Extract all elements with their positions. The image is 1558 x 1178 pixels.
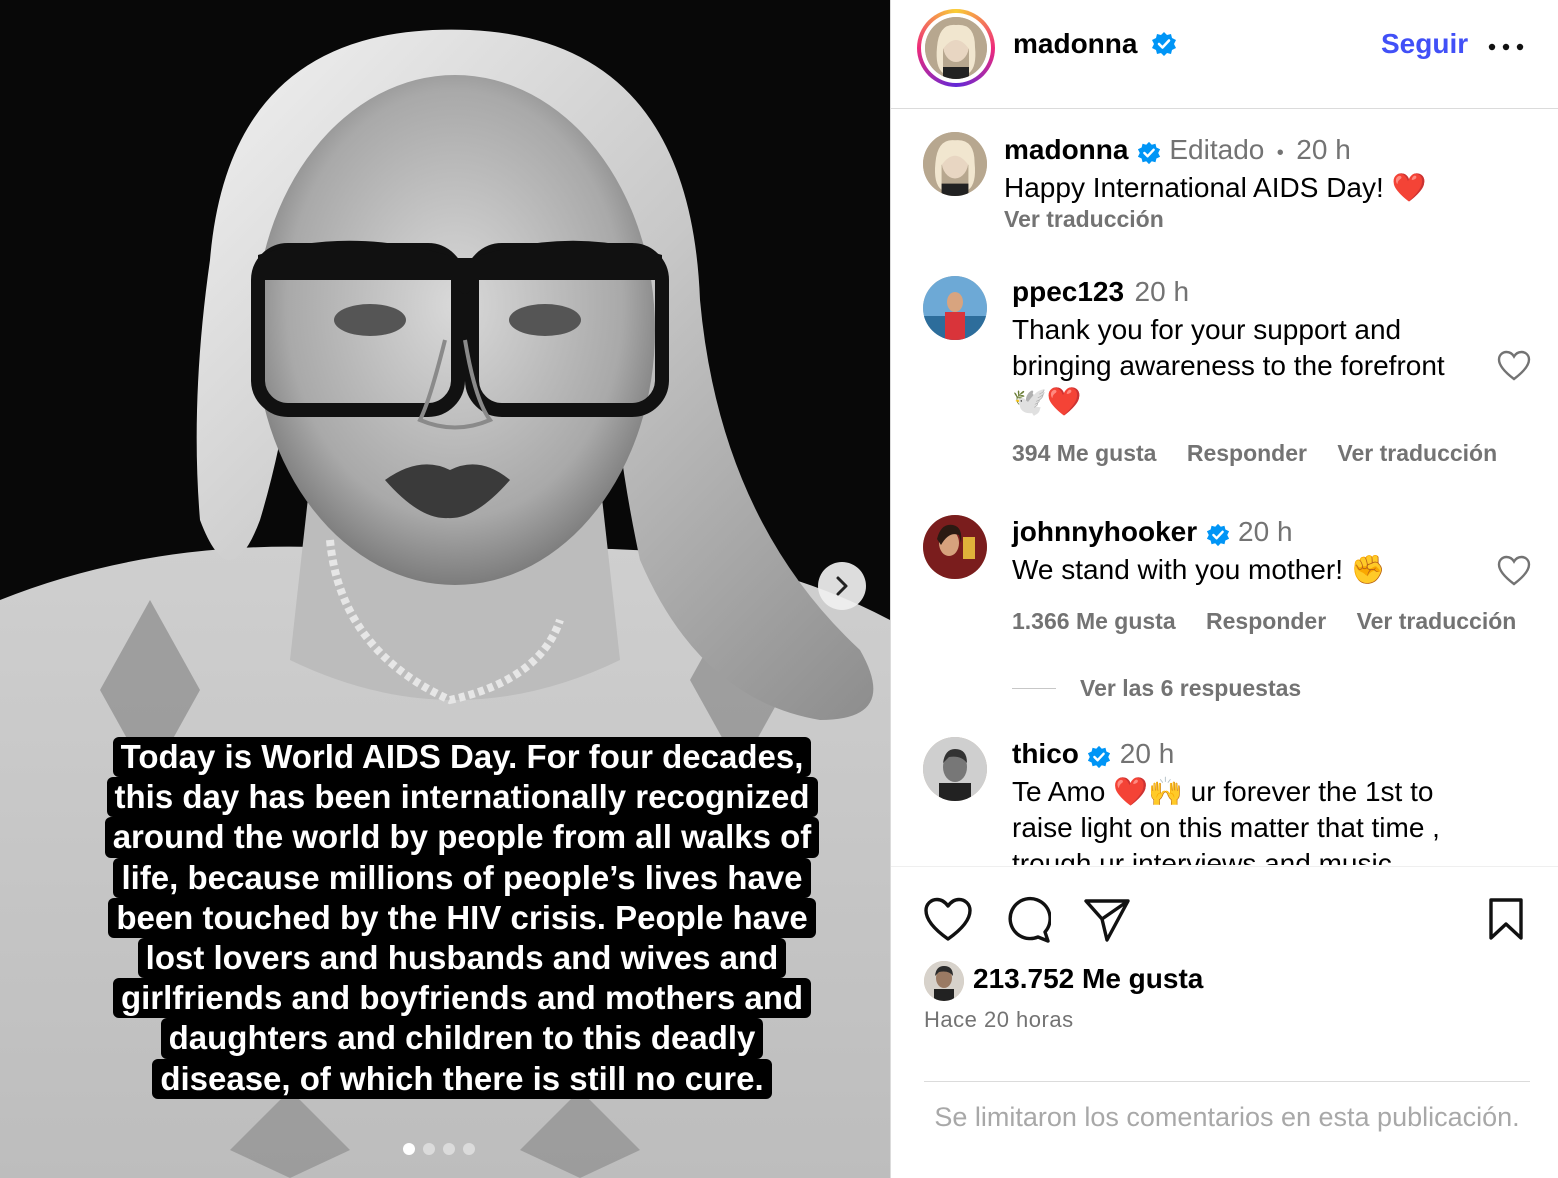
- carousel-next-button[interactable]: [818, 562, 866, 610]
- carousel-dot[interactable]: [443, 1143, 455, 1155]
- post-media[interactable]: Today is World AIDS Day. For four decade…: [0, 0, 890, 1178]
- caption-overlay-line: life, because millions of people’s lives…: [113, 857, 811, 898]
- comment-line: We stand with you mother! ✊: [1012, 554, 1386, 585]
- liker-avatar[interactable]: [924, 961, 964, 1001]
- post-header: madonna Seguir: [891, 0, 1558, 109]
- comment-avatar[interactable]: [923, 737, 987, 801]
- comment-line: 🕊️❤️: [1012, 386, 1082, 417]
- comment-text: Thank you for your support and bringing …: [1012, 312, 1445, 420]
- caption-overlay-line: this day has been internationally recogn…: [106, 777, 818, 818]
- avatar: [925, 17, 987, 79]
- verified-badge-icon: [1152, 31, 1177, 56]
- story-ring[interactable]: [917, 9, 995, 87]
- view-replies[interactable]: Ver las 6 respuestas: [1012, 675, 1301, 702]
- comment-username[interactable]: ppec123: [1012, 276, 1124, 307]
- comment-line: Thank you for your support and: [1012, 314, 1402, 345]
- comment-text: We stand with you mother! ✊: [1012, 552, 1386, 588]
- post-timestamp[interactable]: Hace 20 horas: [924, 1007, 1074, 1033]
- caption-text: Happy International AIDS Day! ❤️: [1004, 172, 1427, 203]
- more-dots-icon: [1488, 43, 1524, 51]
- comment-like-heart-icon[interactable]: [1497, 555, 1531, 587]
- translate-link[interactable]: Ver traducción: [1337, 440, 1497, 466]
- comment-likes-count[interactable]: 1.366 Me gusta: [1012, 608, 1176, 634]
- edited-label: Editado: [1169, 134, 1265, 165]
- comment-meta: ppec123 20 h: [1012, 276, 1189, 308]
- carousel-dot[interactable]: [403, 1143, 415, 1155]
- comment-username[interactable]: thico: [1012, 738, 1079, 769]
- follow-button[interactable]: Seguir: [1381, 28, 1468, 60]
- caption-translate-link[interactable]: Ver traducción: [1004, 206, 1164, 233]
- comment-avatar[interactable]: [923, 276, 987, 340]
- comment-line: Te Amo ❤️🙌 ur forever the 1st to: [1012, 776, 1434, 807]
- caption-username[interactable]: madonna: [1004, 134, 1128, 165]
- comment-meta: thico 20 h: [1012, 738, 1174, 770]
- separator-dot: •: [1276, 142, 1284, 164]
- comment-meta: johnnyhooker 20 h: [1012, 516, 1293, 548]
- divider: [924, 1081, 1530, 1082]
- caption-overlay-line: disease, of which there is still no cure…: [152, 1058, 772, 1099]
- comment-line: raise light on this matter that time ,: [1012, 812, 1440, 843]
- comment-line: bringing awareness to the forefront: [1012, 350, 1445, 381]
- comment-time[interactable]: 20 h: [1238, 516, 1293, 547]
- comments-list[interactable]: madonna Editado • 20 h Happy Internation…: [891, 110, 1558, 865]
- comment-bubble-icon[interactable]: [1003, 896, 1051, 944]
- comment-like-heart-icon[interactable]: [1497, 350, 1531, 382]
- bookmark-icon[interactable]: [1487, 897, 1525, 941]
- post-side-panel: madonna Seguir madonna Editado • 20 h Ha…: [890, 0, 1558, 1178]
- header-username[interactable]: madonna: [1013, 28, 1137, 59]
- view-replies-label[interactable]: Ver las 6 respuestas: [1080, 675, 1301, 702]
- carousel-dot[interactable]: [463, 1143, 475, 1155]
- comment-time[interactable]: 20 h: [1135, 276, 1190, 307]
- replies-line: [1012, 688, 1056, 689]
- verified-badge-icon: [1137, 141, 1160, 164]
- comment-actions: 394 Me gusta Responder Ver traducción: [1012, 440, 1521, 467]
- carousel-dots: [403, 1143, 475, 1155]
- comment-actions: 1.366 Me gusta Responder Ver traducción: [1012, 608, 1516, 635]
- caption-overlay-line: daughters and children to this deadly: [160, 1018, 764, 1059]
- caption-overlay-line: lost lovers and husbands and wives and: [137, 938, 787, 979]
- verified-badge-icon: [1088, 745, 1111, 768]
- like-heart-icon[interactable]: [923, 897, 973, 943]
- caption-meta: madonna Editado • 20 h: [1004, 134, 1351, 166]
- comment-username[interactable]: johnnyhooker: [1012, 516, 1197, 547]
- caption-overlay-line: girlfriends and boyfriends and mothers a…: [112, 978, 812, 1019]
- comment-text: Te Amo ❤️🙌 ur forever the 1st to raise l…: [1012, 774, 1440, 865]
- comment-line: trough ur interviews and music: [1012, 848, 1392, 865]
- comments-limited-notice: Se limitaron los comentarios en esta pub…: [934, 1102, 1520, 1132]
- more-options-button[interactable]: [1486, 34, 1526, 60]
- post-action-bar: 213.752 Me gusta Hace 20 horas Se limita…: [891, 866, 1558, 1178]
- header-username-row: madonna: [1013, 28, 1177, 60]
- likes-count[interactable]: 213.752 Me gusta: [973, 963, 1203, 995]
- caption-overlay: Today is World AIDS Day. For four decade…: [68, 737, 856, 1099]
- reply-button[interactable]: Responder: [1187, 440, 1307, 466]
- caption-overlay-line: around the world by people from all walk…: [104, 817, 820, 858]
- verified-badge-icon: [1206, 523, 1229, 546]
- reply-button[interactable]: Responder: [1206, 608, 1326, 634]
- comment-time[interactable]: 20 h: [1120, 738, 1175, 769]
- translate-link[interactable]: Ver traducción: [1357, 608, 1517, 634]
- chevron-right-icon: [836, 576, 848, 596]
- carousel-dot[interactable]: [423, 1143, 435, 1155]
- share-paper-plane-icon[interactable]: [1083, 897, 1131, 943]
- caption-time[interactable]: 20 h: [1296, 134, 1351, 165]
- caption-overlay-line: been touched by the HIV crisis. People h…: [108, 897, 816, 939]
- comment-avatar[interactable]: [923, 515, 987, 579]
- comment-likes-count[interactable]: 394 Me gusta: [1012, 440, 1156, 466]
- caption-avatar[interactable]: [923, 132, 987, 196]
- caption-overlay-line: Today is World AIDS Day. For four decade…: [112, 737, 812, 778]
